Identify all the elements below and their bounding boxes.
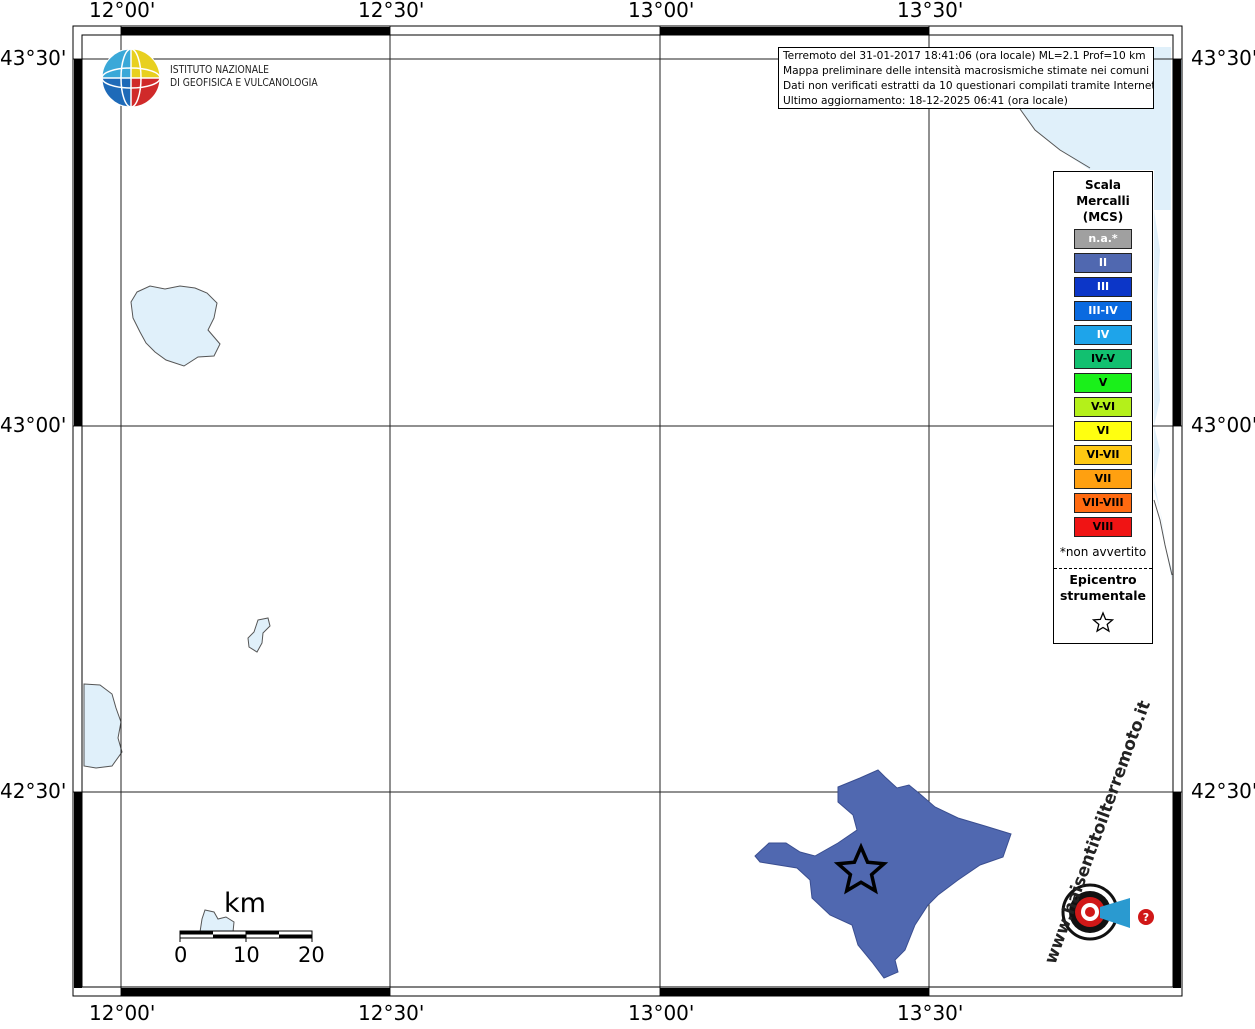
event-info-box: Terremoto del 31-01-2017 18:41:06 (ora l… xyxy=(778,47,1154,109)
legend-item-v: V xyxy=(1074,373,1132,393)
legend-title-line-2: Mercalli xyxy=(1076,194,1130,208)
legend-item-viii: VIII xyxy=(1074,517,1132,537)
lon-label-top-3: 13°30' xyxy=(897,0,964,22)
ingv-line-2: DI GEOFISICA E VULCANOLOGIA xyxy=(170,77,318,89)
legend-item-iii: III xyxy=(1074,277,1132,297)
lat-label-left-0: 43°30' xyxy=(0,46,67,70)
ingv-line-1: ISTITUTO NAZIONALE xyxy=(170,64,270,76)
legend-item-ii: II xyxy=(1074,253,1132,273)
lat-label-right-0: 43°30' xyxy=(1191,46,1255,70)
map-canvas: ? www.haisentitoilterremoto.it 12°00' 12… xyxy=(0,0,1255,1025)
legend-item-iv-v: IV-V xyxy=(1074,349,1132,369)
scale-unit: km xyxy=(224,888,266,919)
event-info-line-2: Mappa preliminare delle intensità macros… xyxy=(783,65,1150,77)
event-info-line-1: Terremoto del 31-01-2017 18:41:06 (ora l… xyxy=(783,50,1146,62)
legend-note: *non avvertito xyxy=(1059,545,1147,559)
ingv-logo-text: ISTITUTO NAZIONALE DI GEOFISICA E VULCAN… xyxy=(170,64,318,90)
legend-items: n.a.* II III III-IV IV IV-V V V-VI VI VI-VII VII VI… xyxy=(1074,229,1132,541)
lon-label-bottom-3: 13°30' xyxy=(897,1001,964,1025)
legend-title: Scala Mercalli (MCS) xyxy=(1054,177,1152,225)
lat-label-left-1: 43°00' xyxy=(0,413,67,437)
lon-label-bottom-2: 13°00' xyxy=(628,1001,695,1025)
lat-label-left-2: 42°30' xyxy=(0,779,67,803)
legend-item-na: n.a.* xyxy=(1074,229,1132,249)
map-background xyxy=(73,26,1182,996)
scale-tick-0: 0 xyxy=(174,943,188,967)
legend-star-icon xyxy=(1091,611,1115,633)
legend-item-v-vi: V-VI xyxy=(1074,397,1132,417)
lon-label-bottom-0: 12°00' xyxy=(89,1001,156,1025)
scale-tick-10: 10 xyxy=(233,943,260,967)
legend-separator xyxy=(1054,568,1152,569)
legend-epicenter-label: Epicentro strumentale xyxy=(1054,572,1152,604)
legend-item-vii-viii: VII-VIII xyxy=(1074,493,1132,513)
legend-title-line-3: (MCS) xyxy=(1082,210,1124,224)
scale-tick-20: 20 xyxy=(298,943,325,967)
legend-item-iii-iv: III-IV xyxy=(1074,301,1132,321)
lon-label-top-0: 12°00' xyxy=(89,0,156,22)
legend-item-vi-vii: VI-VII xyxy=(1074,445,1132,465)
legend-item-vi: VI xyxy=(1074,421,1132,441)
legend-epicenter-line-1: Epicentro xyxy=(1069,572,1137,587)
legend-item-vii: VII xyxy=(1074,469,1132,489)
intensity-legend: Scala Mercalli (MCS) n.a.* II III III-IV IV I… xyxy=(1053,171,1153,644)
ingv-globe-logo xyxy=(101,48,161,108)
lon-label-bottom-1: 12°30' xyxy=(358,1001,425,1025)
lat-label-right-1: 43°00' xyxy=(1191,413,1255,437)
lat-label-right-2: 42°30' xyxy=(1191,779,1255,803)
lon-label-top-2: 13°00' xyxy=(628,0,695,22)
legend-epicenter-line-2: strumentale xyxy=(1059,588,1147,603)
event-info-line-3: Dati non verificati estratti da 10 quest… xyxy=(783,80,1154,92)
legend-item-iv: IV xyxy=(1074,325,1132,345)
lon-label-top-1: 12°30' xyxy=(358,0,425,22)
svg-text:?: ? xyxy=(1143,911,1149,924)
legend-title-line-1: Scala xyxy=(1084,178,1122,192)
event-info-line-4: Ultimo aggiornamento: 18-12-2025 06:41 (… xyxy=(783,95,1068,107)
